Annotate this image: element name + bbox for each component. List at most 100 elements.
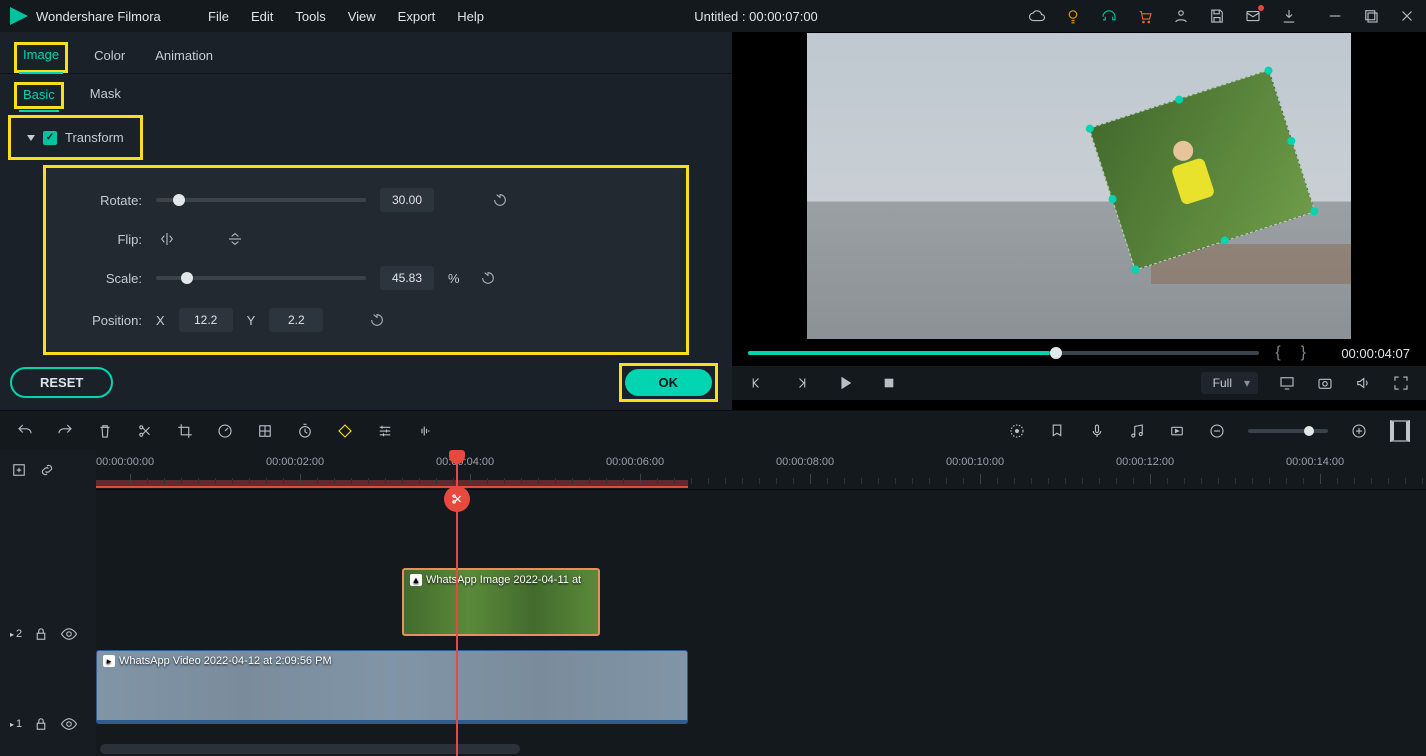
video-clip-label: WhatsApp Video 2022-04-12 at 2:09:56 PM	[119, 655, 332, 667]
scale-reset-icon[interactable]	[480, 270, 496, 286]
account-icon[interactable]	[1172, 7, 1190, 25]
stop-icon[interactable]	[880, 374, 898, 392]
rotate-input[interactable]	[380, 188, 434, 212]
play-icon[interactable]	[836, 374, 854, 392]
ok-button[interactable]: OK	[625, 369, 713, 396]
track-1-visibility-icon[interactable]	[60, 715, 78, 733]
playhead[interactable]	[456, 450, 458, 756]
quality-select[interactable]: Full	[1201, 372, 1258, 394]
track-1-number: 1	[10, 718, 22, 730]
track-1[interactable]: ▸ WhatsApp Video 2022-04-12 at 2:09:56 PM	[96, 646, 1426, 726]
scale-row: Scale: %	[72, 266, 660, 290]
position-label: Position:	[72, 313, 142, 328]
menubar: File Edit Tools View Export Help	[200, 9, 484, 24]
preview-timecode: 00:00:04:07	[1322, 346, 1410, 361]
track-2[interactable]: ▲WhatsApp Image 2022-04-11 at	[96, 562, 1426, 642]
add-track-icon[interactable]	[10, 461, 28, 479]
duration-icon[interactable]	[296, 422, 314, 440]
zoom-slider[interactable]	[1248, 429, 1328, 433]
video-badge-icon: ▸	[103, 655, 115, 667]
step-back-icon[interactable]	[748, 374, 766, 392]
split-icon[interactable]	[136, 422, 154, 440]
track-1-lock-icon[interactable]	[32, 715, 50, 733]
bulb-icon[interactable]	[1064, 7, 1082, 25]
tab-animation[interactable]: Animation	[151, 42, 217, 73]
adjust-icon[interactable]	[376, 422, 394, 440]
ruler-tick-label: 00:00:12:00	[1116, 456, 1174, 468]
track-2-lock-icon[interactable]	[32, 625, 50, 643]
app-name: Wondershare Filmora	[36, 9, 161, 24]
rotate-slider[interactable]	[156, 198, 366, 202]
maximize-icon[interactable]	[1362, 7, 1380, 25]
fullscreen-icon[interactable]	[1392, 374, 1410, 392]
work-area-region[interactable]	[96, 480, 688, 488]
speed-icon[interactable]	[216, 422, 234, 440]
preview-canvas[interactable]	[732, 32, 1426, 340]
transform-section-header[interactable]: Transform	[13, 120, 138, 155]
preview-overlay-clip[interactable]	[1088, 69, 1315, 270]
tab-image[interactable]: Image	[19, 41, 63, 74]
message-icon[interactable]	[1244, 7, 1262, 25]
step-forward-icon[interactable]	[792, 374, 810, 392]
tab-mask[interactable]: Mask	[86, 82, 125, 109]
ruler-tick-label: 00:00:02:00	[266, 456, 324, 468]
position-reset-icon[interactable]	[369, 312, 385, 328]
display-icon[interactable]	[1278, 374, 1296, 392]
crop-icon[interactable]	[176, 422, 194, 440]
playhead-split-icon[interactable]	[444, 486, 470, 512]
download-icon[interactable]	[1280, 7, 1298, 25]
mark-out-icon[interactable]: }	[1297, 344, 1310, 362]
flip-vertical-icon[interactable]	[224, 230, 246, 248]
redo-icon[interactable]	[56, 422, 74, 440]
preview-background-clip	[807, 33, 1351, 339]
menu-file[interactable]: File	[208, 9, 229, 24]
timeline-tracks-area[interactable]: 00:00:00:0000:00:02:0000:00:04:0000:00:0…	[96, 450, 1426, 756]
menu-view[interactable]: View	[348, 9, 376, 24]
titlebar: Wondershare Filmora File Edit Tools View…	[0, 0, 1426, 32]
save-icon[interactable]	[1208, 7, 1226, 25]
zoom-out-icon[interactable]	[1208, 422, 1226, 440]
snapshot-icon[interactable]	[1316, 374, 1334, 392]
collapse-icon	[27, 135, 35, 141]
zoom-fit-icon[interactable]	[1390, 420, 1410, 442]
mark-in-icon[interactable]: {	[1271, 344, 1284, 362]
marker-icon[interactable]	[1048, 422, 1066, 440]
menu-help[interactable]: Help	[457, 9, 484, 24]
close-icon[interactable]	[1398, 7, 1416, 25]
scale-input[interactable]	[380, 266, 434, 290]
preview-progress[interactable]	[748, 351, 1259, 355]
scale-label: Scale:	[72, 271, 142, 286]
cart-icon[interactable]	[1136, 7, 1154, 25]
cloud-icon[interactable]	[1028, 7, 1046, 25]
link-icon[interactable]	[38, 461, 56, 479]
menu-export[interactable]: Export	[398, 9, 436, 24]
flip-horizontal-icon[interactable]	[156, 230, 178, 248]
scale-slider[interactable]	[156, 276, 366, 280]
audio-wave-icon[interactable]	[416, 422, 434, 440]
undo-icon[interactable]	[16, 422, 34, 440]
transform-checkbox[interactable]	[43, 131, 57, 145]
tab-color[interactable]: Color	[90, 42, 129, 73]
zoom-in-icon[interactable]	[1350, 422, 1368, 440]
track-2-visibility-icon[interactable]	[60, 625, 78, 643]
render-icon[interactable]	[1008, 422, 1026, 440]
minimize-icon[interactable]	[1326, 7, 1344, 25]
position-x-input[interactable]	[179, 308, 233, 332]
position-y-input[interactable]	[269, 308, 323, 332]
support-icon[interactable]	[1100, 7, 1118, 25]
menu-edit[interactable]: Edit	[251, 9, 273, 24]
keyframe-icon[interactable]	[336, 422, 354, 440]
rotate-reset-icon[interactable]	[492, 192, 508, 208]
reset-button[interactable]: RESET	[10, 367, 113, 398]
menu-tools[interactable]: Tools	[295, 9, 325, 24]
volume-icon[interactable]	[1354, 374, 1372, 392]
audio-mixer-icon[interactable]	[1128, 422, 1146, 440]
color-match-icon[interactable]	[256, 422, 274, 440]
time-ruler[interactable]: 00:00:00:0000:00:02:0000:00:04:0000:00:0…	[96, 450, 1426, 490]
delete-icon[interactable]	[96, 422, 114, 440]
voiceover-icon[interactable]	[1088, 422, 1106, 440]
video-clip[interactable]: ▸ WhatsApp Video 2022-04-12 at 2:09:56 PM	[96, 650, 688, 724]
image-clip[interactable]: ▲WhatsApp Image 2022-04-11 at	[402, 568, 600, 636]
tab-basic[interactable]: Basic	[19, 83, 59, 112]
record-icon[interactable]	[1168, 422, 1186, 440]
